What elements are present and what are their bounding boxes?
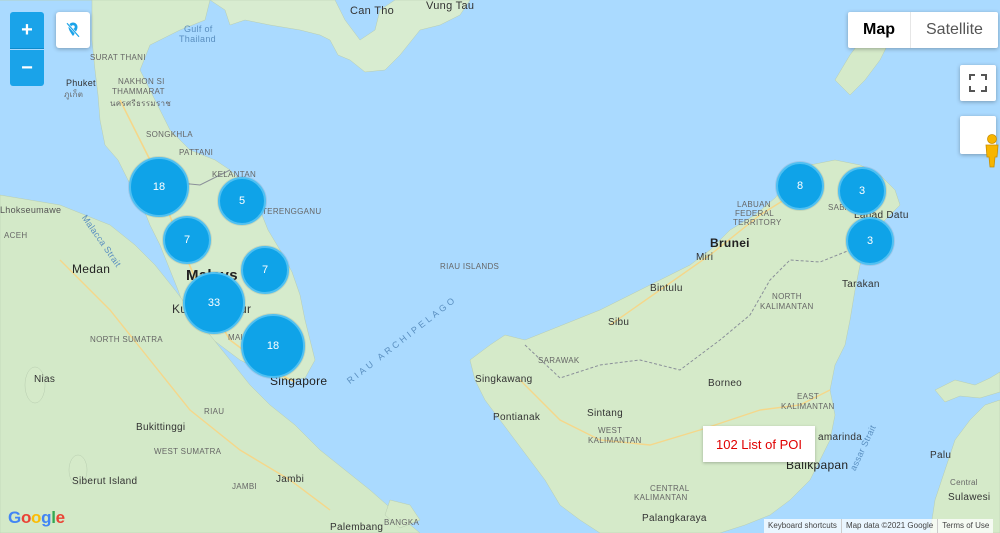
- map-label: Gulf of: [184, 24, 213, 34]
- map-label: KALIMANTAN: [760, 302, 814, 311]
- map-label: SONGKHLA: [146, 130, 193, 139]
- map-label: NORTH: [772, 292, 802, 301]
- marker-cluster[interactable]: 18: [241, 314, 305, 378]
- map-label: CENTRAL: [650, 484, 690, 493]
- map-label: Sulawesi: [948, 492, 991, 503]
- map-label: SARAWAK: [538, 356, 580, 365]
- google-logo[interactable]: Google: [8, 508, 65, 528]
- map-label: Siberut Island: [72, 476, 138, 487]
- map-label: Palu: [930, 450, 952, 461]
- map-label: Palangkaraya: [642, 513, 707, 524]
- map-label: JAMBI: [232, 482, 258, 491]
- map-label: ACEH: [4, 231, 28, 240]
- zoom-out-button[interactable]: −: [10, 50, 44, 86]
- map-label: THAMMARAT: [112, 87, 165, 96]
- map-label: Can Tho: [350, 5, 395, 17]
- poi-count-box: 102 List of POI: [703, 426, 815, 462]
- keyboard-shortcuts-link[interactable]: Keyboard shortcuts: [764, 519, 841, 533]
- land-borneo: [469, 159, 901, 533]
- map-label: Medan: [72, 262, 111, 276]
- map-label: ภูเก็ต: [64, 90, 84, 99]
- map-label: Brunei: [710, 236, 750, 250]
- map-label: Bukittinggi: [136, 422, 186, 433]
- map-label: Borneo: [708, 378, 743, 389]
- map-label: PATTANI: [179, 148, 214, 157]
- map-label: Thailand: [179, 34, 216, 44]
- map-label: Sintang: [587, 408, 624, 419]
- map-label: KALIMANTAN: [781, 402, 835, 411]
- map-label: Nias: [34, 374, 56, 385]
- map-label: WEST SUMATRA: [154, 447, 222, 456]
- map-label: amarinda: [818, 432, 863, 443]
- marker-cluster[interactable]: 33: [183, 272, 245, 334]
- map-type-map-button[interactable]: Map: [848, 12, 911, 48]
- map-label: TERENGGANU: [262, 207, 322, 216]
- map-type-control: Map Satellite: [848, 12, 998, 48]
- map-label: นครศรีธรรมราช: [110, 99, 172, 108]
- locate-button[interactable]: [56, 12, 90, 48]
- map-label: Lhokseumawe: [0, 205, 62, 215]
- map-label: LABUAN: [737, 200, 771, 209]
- map-footer: Keyboard shortcuts Map data ©2021 Google…: [764, 519, 994, 533]
- map-label: SURAT THANI: [90, 53, 146, 62]
- land-nias: [24, 366, 46, 404]
- map-label: EAST: [797, 392, 820, 401]
- marker-cluster[interactable]: 18: [129, 157, 189, 217]
- map-label: KALIMANTAN: [588, 436, 642, 445]
- marker-cluster[interactable]: 8: [776, 162, 824, 210]
- map-data-attribution: Map data ©2021 Google: [840, 519, 937, 533]
- map-label: WEST: [598, 426, 623, 435]
- map-label: Tarakan: [842, 279, 880, 290]
- marker-cluster[interactable]: 3: [846, 217, 894, 265]
- map-type-satellite-button[interactable]: Satellite: [911, 12, 998, 48]
- fullscreen-icon: [969, 74, 987, 92]
- map-label: Pontianak: [493, 412, 541, 423]
- map-label: RIAU: [204, 407, 225, 416]
- zoom-in-button[interactable]: +: [10, 12, 44, 49]
- map-label: BANGKA: [384, 518, 420, 527]
- map-label: RIAU ISLANDS: [440, 262, 500, 271]
- map-label: Miri: [696, 252, 714, 263]
- map-label: Vung Tau: [426, 0, 475, 12]
- fullscreen-button[interactable]: [960, 65, 996, 101]
- street-view-button[interactable]: [960, 116, 999, 168]
- map-label: FEDERAL: [735, 209, 774, 218]
- location-off-icon: [66, 22, 80, 38]
- marker-cluster[interactable]: 7: [163, 216, 211, 264]
- land-sulawesi: [929, 399, 1000, 533]
- land-sulawesi-north: [934, 371, 1000, 403]
- map-label: NAKHON SI: [118, 77, 165, 86]
- map-label: Sibu: [608, 317, 630, 328]
- pegman-icon: [985, 134, 999, 168]
- map-label: Phuket: [66, 78, 96, 88]
- marker-cluster[interactable]: 3: [838, 167, 886, 215]
- map-label: Singkawang: [475, 374, 533, 385]
- map-label: TERRITORY: [733, 218, 782, 227]
- map-label: KALIMANTAN: [634, 493, 688, 502]
- map-canvas[interactable]: Gulf of Thailand Can Tho Vung Tau SURAT …: [0, 0, 1000, 533]
- map-label: Palembang: [330, 522, 384, 533]
- map-label: NORTH SUMATRA: [90, 335, 163, 344]
- terms-of-use-link[interactable]: Terms of Use: [937, 519, 993, 533]
- map-label: Jambi: [276, 474, 305, 485]
- marker-cluster[interactable]: 7: [241, 246, 289, 294]
- map-label: Bintulu: [650, 283, 683, 294]
- marker-cluster[interactable]: 5: [218, 177, 266, 225]
- map-label: Central: [950, 478, 978, 487]
